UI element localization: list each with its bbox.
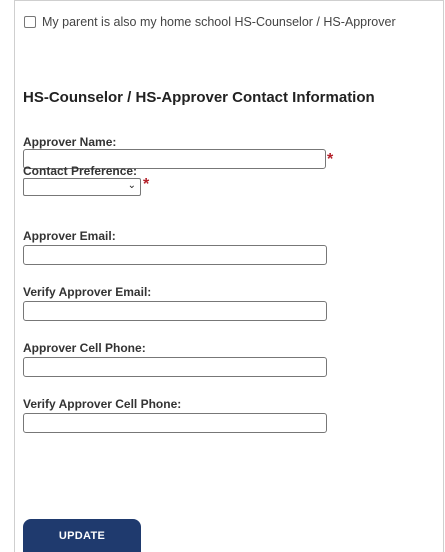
approver-email-input[interactable] xyxy=(23,245,327,265)
verify-approver-cell-phone-label: Verify Approver Cell Phone: xyxy=(23,397,182,411)
approver-name-required-mark: * xyxy=(327,151,334,168)
contact-preference-required-mark: * xyxy=(143,176,150,193)
parent-is-approver-label: My parent is also my home school HS-Coun… xyxy=(42,15,396,29)
verify-approver-email-label: Verify Approver Email: xyxy=(23,285,152,299)
parent-is-approver-checkbox[interactable] xyxy=(24,16,36,28)
contact-preference-label: Contact Preference: xyxy=(23,164,138,178)
section-title: HS-Counselor / HS-Approver Contact Infor… xyxy=(23,89,375,106)
contact-preference-select[interactable]: ⌄ xyxy=(23,178,141,196)
form-panel: My parent is also my home school HS-Coun… xyxy=(14,0,444,552)
update-button[interactable]: UPDATE xyxy=(23,519,141,552)
approver-email-label: Approver Email: xyxy=(23,229,116,243)
verify-approver-cell-phone-input[interactable] xyxy=(23,413,327,433)
parent-is-approver-row[interactable]: My parent is also my home school HS-Coun… xyxy=(24,15,396,29)
approver-cell-phone-input[interactable] xyxy=(23,357,327,377)
verify-approver-email-input[interactable] xyxy=(23,301,327,321)
approver-cell-phone-label: Approver Cell Phone: xyxy=(23,341,146,355)
approver-name-label: Approver Name: xyxy=(23,135,117,149)
chevron-down-icon: ⌄ xyxy=(127,180,136,191)
